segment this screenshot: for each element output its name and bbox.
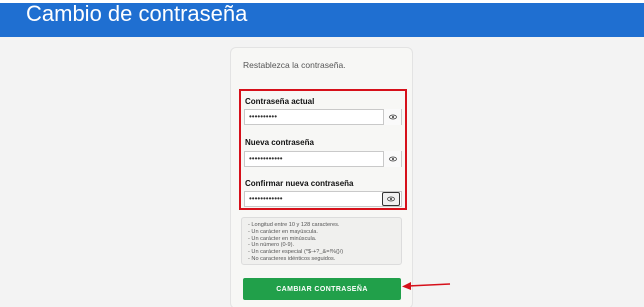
change-password-button[interactable]: CAMBIAR CONTRASEÑA xyxy=(243,278,401,300)
requirement-item: - No caracteres idénticos seguidos. xyxy=(248,255,336,262)
requirement-item: - Longitud entre 10 y 128 caracteres. xyxy=(248,222,340,228)
show-new-password-button[interactable] xyxy=(383,151,401,167)
red-arrow-annotation xyxy=(402,282,451,290)
page-title: Cambio de contraseña xyxy=(26,1,248,26)
show-confirm-password-button[interactable] xyxy=(382,192,400,206)
eye-icon xyxy=(387,196,395,202)
show-current-password-button[interactable] xyxy=(383,109,401,125)
eye-icon xyxy=(388,114,397,120)
card-subtitle: Restablezca la contraseña. xyxy=(243,60,346,70)
current-password-label: Contraseña actual xyxy=(245,97,315,106)
password-requirements: - Longitud entre 10 y 128 caracteres. - … xyxy=(241,217,402,265)
requirement-item: - Un carácter especial (*$-+?_&=!%{}/) xyxy=(248,249,344,256)
new-password-value: •••••••••••• xyxy=(249,154,283,163)
confirm-password-value: •••••••••••• xyxy=(249,194,283,203)
highlighted-fields-box: Contraseña actual •••••••••• Nueva contr… xyxy=(239,89,407,210)
current-password-value: •••••••••• xyxy=(249,112,278,121)
new-password-input[interactable]: •••••••••••• xyxy=(244,151,402,167)
current-password-input[interactable]: •••••••••• xyxy=(244,109,402,125)
requirement-item: - Un carácter en minúscula. xyxy=(248,235,317,242)
requirement-item: - Un número (0-9). xyxy=(248,242,295,249)
requirement-item: - Un carácter en mayúscula. xyxy=(248,228,318,235)
requirements-list: - Longitud entre 10 y 128 caracteres. - … xyxy=(248,222,343,263)
new-password-label: Nueva contraseña xyxy=(245,138,314,147)
confirm-password-input[interactable]: •••••••••••• xyxy=(244,191,402,207)
password-card: Restablezca la contraseña. Contraseña ac… xyxy=(230,47,413,307)
page-header: Cambio de contraseña xyxy=(0,1,644,37)
confirm-password-label: Confirmar nueva contraseña xyxy=(245,179,354,188)
eye-icon xyxy=(388,156,397,162)
